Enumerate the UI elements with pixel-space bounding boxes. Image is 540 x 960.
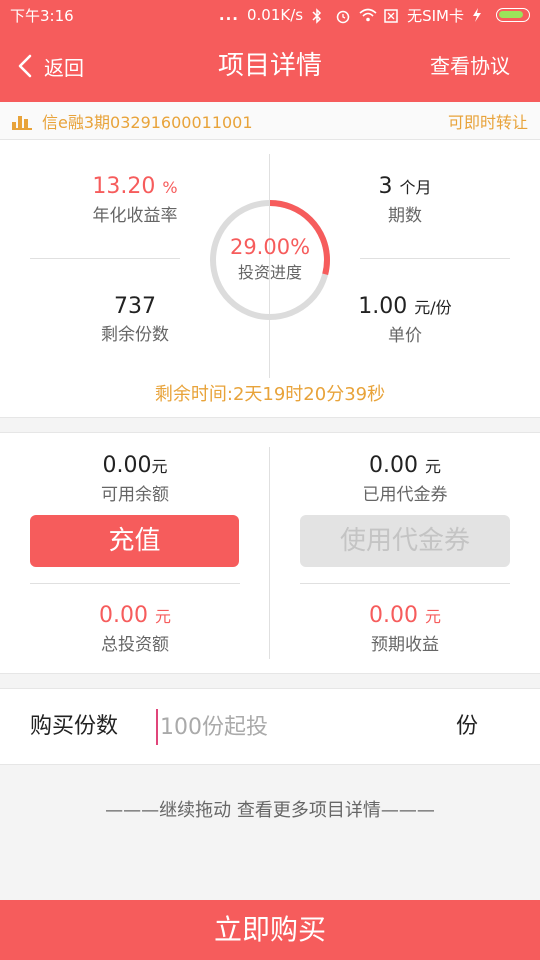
available-label: 可用余额 bbox=[101, 485, 169, 505]
purchase-quantity-row: 购买份数 份 bbox=[0, 688, 540, 765]
unit-price-label: 单价 bbox=[388, 326, 422, 346]
top-nav-bar: 返回 项目详情 查看协议 bbox=[0, 30, 540, 102]
annual-rate-label: 年化收益率 bbox=[92, 206, 178, 226]
used-voucher-label: 已用代金券 bbox=[362, 485, 448, 505]
unit-price-value: 1.00 bbox=[358, 294, 408, 319]
progress-ring: 29.00% 投资进度 bbox=[208, 198, 332, 322]
transfer-note: 可即时转让 bbox=[447, 112, 528, 132]
period-label: 期数 bbox=[388, 206, 422, 226]
bluetooth-icon bbox=[311, 8, 327, 24]
network-speed: 0.01K/s bbox=[247, 6, 304, 24]
total-invest-unit: 元 bbox=[154, 607, 171, 626]
divider bbox=[30, 258, 180, 259]
bar-chart-icon bbox=[12, 112, 32, 130]
chevron-left-icon bbox=[18, 54, 32, 78]
product-name: 信e融3期03291600011001 bbox=[42, 112, 253, 132]
account-panel: 0.00元 可用余额 0.00 元 已用代金券 充值 使用代金券 0.00 元 … bbox=[0, 432, 540, 674]
annual-rate: 13.20 % 年化收益率 bbox=[35, 172, 235, 229]
progress-label: 投资进度 bbox=[237, 263, 302, 282]
back-label: 返回 bbox=[44, 55, 84, 80]
used-voucher-value: 0.00 bbox=[369, 453, 418, 478]
expected-income-unit: 元 bbox=[424, 607, 441, 626]
unit-price-unit: 元/份 bbox=[414, 298, 452, 317]
remaining-shares-label: 剩余份数 bbox=[101, 325, 169, 345]
divider bbox=[360, 258, 510, 259]
total-invest-label: 总投资额 bbox=[101, 635, 169, 655]
total-invest-value: 0.00 bbox=[99, 603, 148, 628]
project-stats-panel: 13.20 % 年化收益率 3 个月 期数 737 剩余份数 1.00 元/份 … bbox=[0, 140, 540, 418]
recharge-button[interactable]: 充值 bbox=[30, 515, 239, 567]
view-agreement-link[interactable]: 查看协议 bbox=[430, 48, 510, 84]
wifi-icon bbox=[359, 8, 377, 22]
charging-icon bbox=[472, 8, 488, 22]
status-time: 下午3:16 bbox=[10, 6, 74, 25]
remaining-time: 剩余时间:2天19时20分39秒 bbox=[154, 384, 386, 405]
back-button[interactable]: 返回 bbox=[16, 48, 84, 84]
period-value: 3 bbox=[378, 174, 393, 199]
annual-rate-unit: % bbox=[162, 178, 178, 197]
battery-icon bbox=[496, 8, 530, 22]
available-value: 0.00 bbox=[102, 453, 152, 478]
divider bbox=[300, 583, 510, 584]
remaining-shares-value: 737 bbox=[114, 294, 156, 319]
alarm-icon bbox=[335, 8, 351, 24]
status-dots: ... bbox=[218, 6, 239, 24]
divider bbox=[30, 583, 240, 584]
available-balance: 0.00元 可用余额 bbox=[35, 451, 235, 508]
used-voucher-unit: 元 bbox=[424, 457, 441, 476]
no-sim-icon bbox=[383, 8, 399, 23]
more-details-hint[interactable]: ———继续拖动 查看更多项目详情——— bbox=[0, 796, 540, 822]
unit-price: 1.00 元/份 单价 bbox=[305, 292, 505, 349]
status-bar: 下午3:16 ... 0.01K/s 无SIM卡 bbox=[0, 0, 540, 30]
period: 3 个月 期数 bbox=[305, 172, 505, 229]
purchase-quantity-input[interactable] bbox=[156, 709, 416, 745]
buy-now-button[interactable]: 立即购买 bbox=[0, 900, 540, 960]
remaining-shares: 737 剩余份数 bbox=[35, 292, 235, 348]
progress-value: 29.00% bbox=[229, 235, 311, 259]
sim-status: 无SIM卡 bbox=[407, 6, 464, 25]
total-investment: 0.00 元 总投资额 bbox=[35, 601, 235, 658]
divider bbox=[269, 447, 270, 659]
period-unit: 个月 bbox=[399, 178, 432, 197]
used-voucher: 0.00 元 已用代金券 bbox=[305, 451, 505, 508]
available-unit: 元 bbox=[151, 457, 168, 476]
expected-income-label: 预期收益 bbox=[371, 635, 439, 655]
product-info-strip: 信e融3期03291600011001 可即时转让 bbox=[0, 102, 540, 140]
expected-income-value: 0.00 bbox=[369, 603, 418, 628]
purchase-quantity-label: 购买份数 bbox=[30, 714, 119, 739]
annual-rate-value: 13.20 bbox=[92, 174, 156, 199]
status-icons: ... 0.01K/s 无SIM卡 bbox=[219, 5, 530, 26]
purchase-quantity-unit: 份 bbox=[456, 714, 479, 739]
use-voucher-button[interactable]: 使用代金券 bbox=[300, 515, 510, 567]
expected-income: 0.00 元 预期收益 bbox=[305, 601, 505, 658]
